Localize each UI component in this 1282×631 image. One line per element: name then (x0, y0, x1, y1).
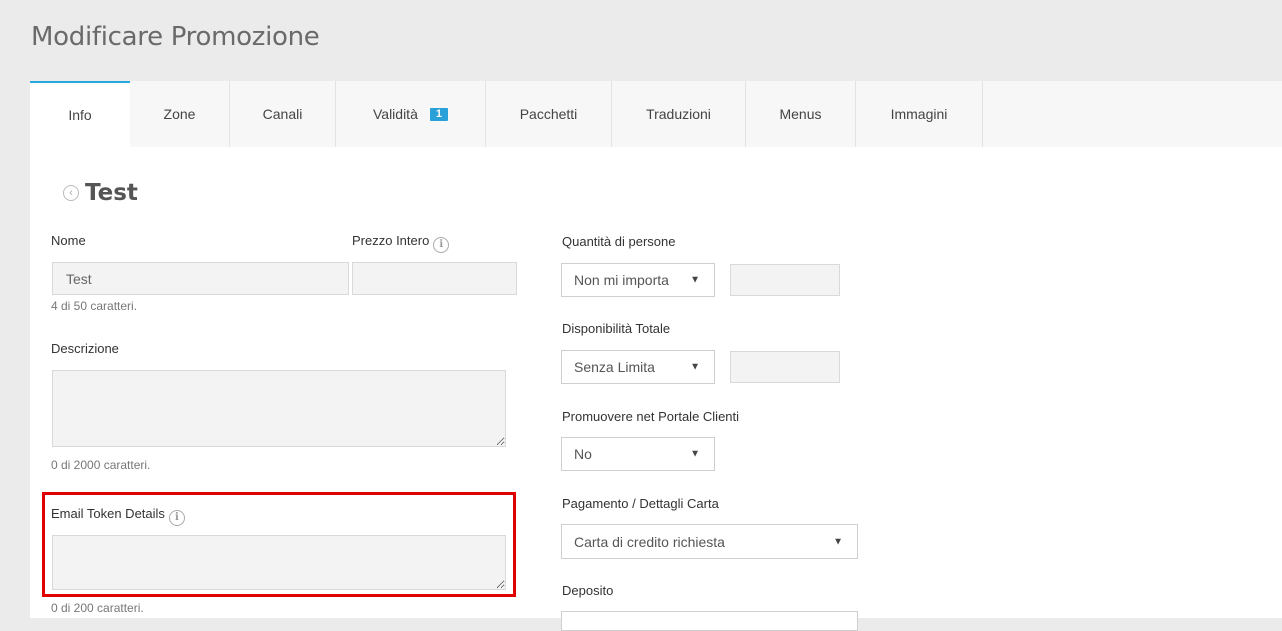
tab-menus[interactable]: Menus (746, 81, 856, 147)
deposito-select[interactable] (561, 611, 858, 631)
disponibilita-selected-value: Senza Limita (574, 359, 655, 375)
prezzo-intero-label: Prezzo Intero i (352, 233, 450, 253)
tab-label: Canali (262, 106, 303, 122)
caret-down-icon: ▼ (690, 361, 700, 373)
quantita-input[interactable] (730, 264, 840, 296)
email-token-char-counter: 0 di 200 caratteri. (51, 601, 144, 615)
caret-down-icon: ▼ (690, 274, 700, 286)
info-icon[interactable]: i (433, 237, 450, 253)
count-badge: 1 (429, 107, 448, 121)
tab-canali[interactable]: Canali (230, 81, 336, 147)
info-icon[interactable]: i (168, 510, 185, 526)
descrizione-label: Descrizione (51, 341, 119, 356)
pagamento-select[interactable]: Carta di credito richiesta ▼ (561, 524, 858, 559)
tab-label: Immagini (890, 106, 948, 122)
tab-info[interactable]: Info (30, 81, 130, 147)
prezzo-intero-input[interactable] (352, 262, 517, 295)
tab-immagini[interactable]: Immagini (856, 81, 983, 147)
tab-traduzioni[interactable]: Traduzioni (612, 81, 746, 147)
caret-down-icon: ▼ (833, 536, 843, 547)
back-heading: ‹ Test (63, 180, 138, 206)
quantita-label: Quantità di persone (562, 234, 676, 249)
prezzo-intero-label-text: Prezzo Intero (352, 233, 430, 248)
tab-label: Traduzioni (646, 106, 711, 122)
tab-label: Info (68, 107, 92, 123)
deposito-label: Deposito (562, 583, 614, 598)
email-token-label: Email Token Details i (51, 506, 185, 526)
pagamento-label: Pagamento / Dettagli Carta (562, 496, 719, 511)
email-token-label-text: Email Token Details (51, 506, 165, 521)
descrizione-char-counter: 0 di 2000 caratteri. (51, 458, 151, 472)
tab-validita[interactable]: Validità 1 (336, 81, 486, 147)
tab-bar: Info Zone Canali Validità 1 Pacchetti Tr… (30, 81, 1282, 148)
page-title: Modificare Promozione (31, 22, 320, 52)
nome-char-counter: 4 di 50 caratteri. (51, 299, 138, 313)
tab-label: Menus (779, 106, 822, 122)
disponibilita-label: Disponibilità Totale (562, 321, 671, 336)
descrizione-textarea[interactable] (52, 370, 506, 447)
tab-label: Zone (163, 106, 196, 122)
portale-selected-value: No (574, 446, 592, 462)
pagamento-selected-value: Carta di credito richiesta (574, 533, 725, 550)
portale-select[interactable]: No ▼ (561, 437, 715, 471)
nome-input[interactable] (52, 262, 349, 295)
tab-label: Validità (372, 106, 418, 122)
quantita-select[interactable]: Non mi importa ▼ (561, 263, 715, 297)
disponibilita-select[interactable]: Senza Limita ▼ (561, 350, 715, 384)
tab-zone[interactable]: Zone (130, 81, 230, 147)
tab-label: Pacchetti (519, 106, 578, 122)
caret-down-icon: ▼ (690, 448, 700, 460)
promotion-name-heading: Test (85, 180, 138, 206)
back-chevron-icon[interactable]: ‹ (63, 185, 79, 201)
quantita-selected-value: Non mi importa (574, 272, 669, 288)
disponibilita-input[interactable] (730, 351, 840, 383)
nome-label: Nome (51, 233, 86, 248)
email-token-textarea[interactable] (52, 535, 506, 590)
portale-label: Promuovere net Portale Clienti (562, 409, 740, 424)
tab-pacchetti[interactable]: Pacchetti (486, 81, 612, 147)
